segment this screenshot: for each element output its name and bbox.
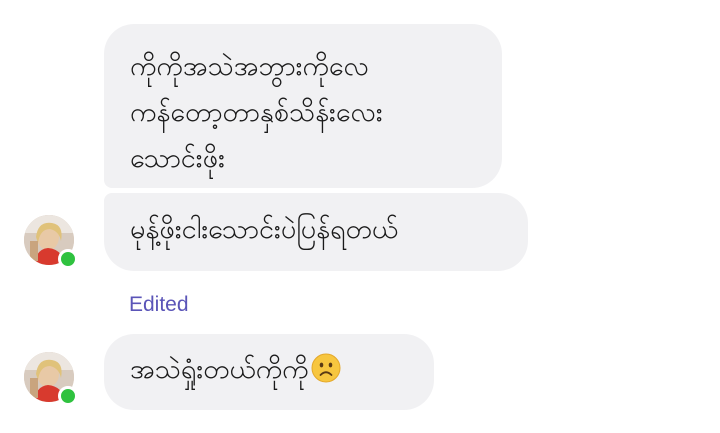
message-text-line: ကိုကိုအသဲအဘွားကိုလေ xyxy=(130,51,369,82)
avatar[interactable] xyxy=(24,215,78,269)
message-text-line: ကန်တော့တာနှစ်သိန်းလေး xyxy=(130,97,383,128)
frowning-face-emoji-icon xyxy=(311,353,341,383)
message-bubble[interactable]: အသဲရှုံးတယ်ကိုကို xyxy=(104,334,434,410)
edited-label: Edited xyxy=(129,293,189,316)
online-status-dot xyxy=(58,386,78,406)
message-bubble[interactable]: မုန့်ဖိုးငါးသောင်းပဲပြန်ရတယ် xyxy=(104,193,528,271)
chat-thread: ကိုကိုအသဲအဘွားကိုလေ ကန်တော့တာနှစ်သိန်းလေ… xyxy=(0,0,720,433)
message-bubble[interactable]: ကိုကိုအသဲအဘွားကိုလေ ကန်တော့တာနှစ်သိန်းလေ… xyxy=(104,24,502,188)
online-status-dot xyxy=(58,249,78,269)
message-text-line: သောင်းဖိုး xyxy=(130,143,225,174)
message-text: အသဲရှုံးတယ်ကိုကို xyxy=(130,354,309,385)
message-text: မုန့်ဖိုးငါးသောင်းပဲပြန်ရတယ် xyxy=(130,214,399,245)
message-text-line: အသဲရှုံးတယ်ကိုကို xyxy=(130,347,412,393)
avatar[interactable] xyxy=(24,352,78,406)
